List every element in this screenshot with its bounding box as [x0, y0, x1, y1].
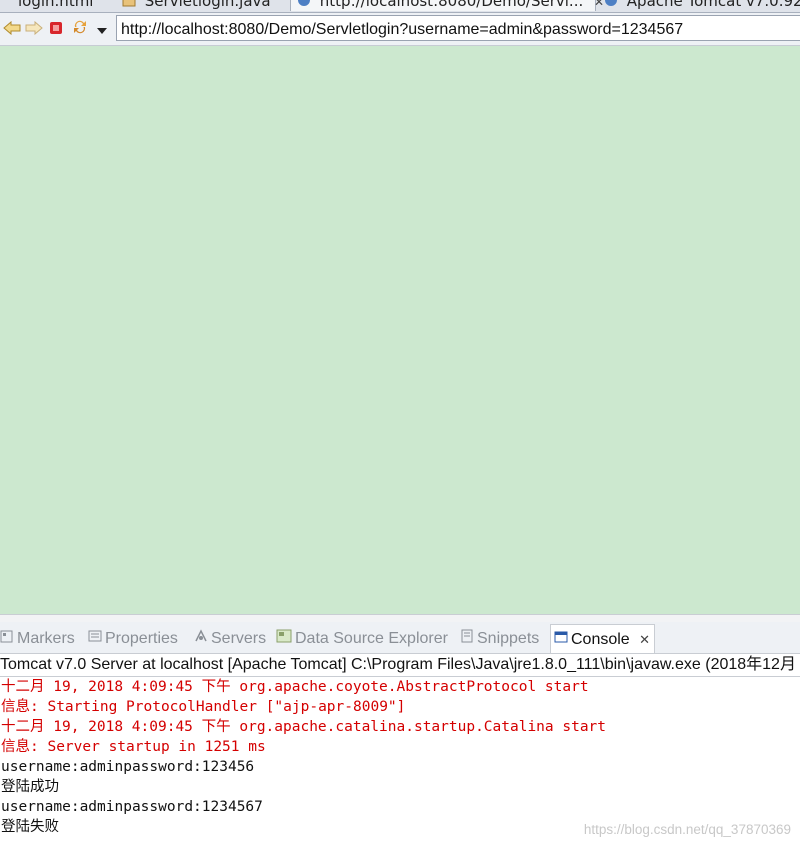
browser-toolbar	[0, 13, 800, 46]
stop-icon	[49, 20, 63, 39]
tab-label: Markers	[17, 630, 75, 648]
tab-label: Snippets	[477, 630, 540, 648]
tab-servers[interactable]: Servers	[194, 628, 266, 650]
back-button[interactable]	[2, 19, 22, 39]
editor-tab-servletlogin-java[interactable]: Servletlogin.java	[116, 0, 288, 11]
tab-snippets[interactable]: Snippets	[460, 628, 539, 650]
editor-tab-strip: login.html Servletlogin.java http://loca…	[0, 0, 800, 13]
console-line: 信息: Starting ProtocolHandler ["ajp-apr-8…	[1, 699, 406, 715]
editor-tab-label: login.html	[18, 0, 94, 10]
history-dropdown-button[interactable]	[92, 19, 112, 39]
database-icon	[276, 628, 292, 650]
tab-console[interactable]: Console ✕	[550, 624, 656, 654]
forward-button[interactable]	[24, 19, 44, 39]
close-icon[interactable]: ✕	[639, 632, 650, 647]
tab-data-source-explorer[interactable]: Data Source Explorer	[276, 628, 448, 650]
console-line: 登陆失败	[1, 819, 59, 835]
editor-tab-browser[interactable]: http://localhost:8080/Demo/Servl... ✕	[290, 0, 604, 12]
console-process-header: Tomcat v7.0 Server at localhost [Apache …	[0, 654, 800, 677]
tab-label: Console	[571, 631, 630, 648]
editor-tab-label: http://localhost:8080/Demo/Servl...	[319, 0, 584, 10]
globe-icon	[297, 0, 311, 12]
chevron-down-icon	[97, 20, 107, 39]
properties-icon	[88, 628, 102, 650]
console-line: 信息: Server startup in 1251 ms	[1, 739, 266, 755]
console-line: username:adminpassword:123456	[1, 759, 255, 775]
tab-label: Properties	[105, 630, 178, 648]
url-input[interactable]	[116, 15, 800, 41]
java-file-icon	[122, 0, 136, 12]
console-line: 十二月 19, 2018 4:09:45 下午 org.apache.catal…	[1, 719, 607, 735]
markers-icon	[0, 628, 14, 650]
console-line: username:adminpassword:1234567	[1, 799, 263, 815]
view-tab-bar: Markers Properties Servers Data Source E…	[0, 622, 800, 654]
editor-tab-tomcat[interactable]: Apache Tomcat v7.0.92	[598, 0, 800, 11]
tab-markers[interactable]: Markers	[0, 628, 75, 650]
server-icon	[604, 0, 618, 12]
refresh-button[interactable]	[70, 19, 90, 39]
arrow-right-icon	[25, 20, 43, 39]
stop-button[interactable]	[46, 19, 66, 39]
refresh-icon	[72, 19, 88, 39]
console-line: 十二月 19, 2018 4:09:45 下午 org.apache.coyot…	[1, 679, 589, 695]
editor-tab-login-html[interactable]: login.html	[0, 0, 112, 11]
browser-page-content[interactable]	[0, 46, 800, 614]
servers-icon	[194, 628, 208, 650]
editor-tab-label: Apache Tomcat v7.0.92	[626, 0, 800, 10]
tab-label: Data Source Explorer	[295, 630, 448, 648]
tab-label: Servers	[211, 630, 267, 648]
watermark: https://blog.csdn.net/qq_37870369	[583, 822, 791, 837]
console-line: 登陆成功	[1, 779, 59, 795]
console-icon	[554, 625, 568, 654]
editor-tab-label: Servletlogin.java	[144, 0, 271, 10]
tab-properties[interactable]: Properties	[88, 628, 178, 650]
snippets-icon	[460, 628, 474, 650]
arrow-left-icon	[3, 20, 21, 39]
